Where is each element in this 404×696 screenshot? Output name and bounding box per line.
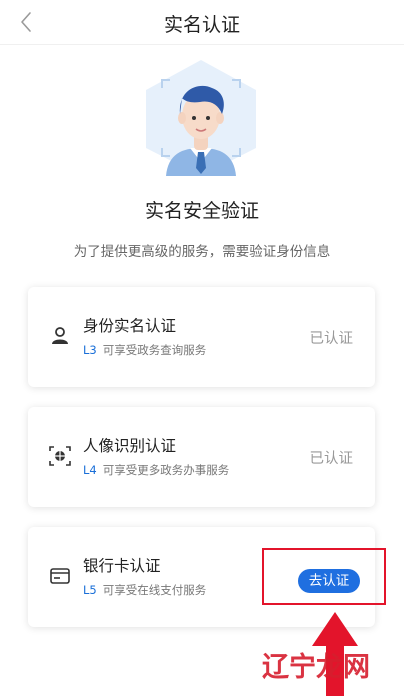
card-description: 可享受更多政务办事服务 xyxy=(102,463,230,477)
svg-text:辽宁龙网: 辽宁龙网 xyxy=(262,651,370,683)
watermark-logo: 辽宁龙网 xyxy=(262,651,370,683)
card-title: 银行卡认证 xyxy=(83,557,161,575)
card-title: 人像识别认证 xyxy=(83,437,177,455)
card-description: 可享受政务查询服务 xyxy=(102,343,207,357)
card-description: 可享受在线支付服务 xyxy=(102,583,207,597)
person-icon xyxy=(52,327,68,344)
verified-status: 已认证 xyxy=(309,451,354,467)
verified-status: 已认证 xyxy=(309,331,354,347)
id-verification-card[interactable]: 身份实名认证 L3 可享受政务查询服务 已认证 xyxy=(28,287,375,387)
card-subtitle: L5 可享受在线支付服务 xyxy=(83,582,206,598)
nav-bar: 实名认证 xyxy=(0,0,404,45)
level-badge: L4 xyxy=(83,463,97,477)
level-badge: L3 xyxy=(83,343,97,357)
level-badge: L5 xyxy=(83,583,97,597)
card-subtitle: L4 可享受更多政务办事服务 xyxy=(83,462,229,478)
avatar-illustration xyxy=(146,60,256,176)
face-scan-icon xyxy=(49,446,71,466)
section-headline: 实名安全验证 xyxy=(144,200,259,222)
bank-card-icon xyxy=(50,568,70,584)
page-title: 实名认证 xyxy=(163,14,240,36)
section-description: 为了提供更高级的服务，需要验证身份信息 xyxy=(73,244,331,260)
face-verification-card[interactable]: 人像识别认证 L4 可享受更多政务办事服务 已认证 xyxy=(28,407,375,507)
card-subtitle: L3 可享受政务查询服务 xyxy=(83,342,206,358)
card-title: 身份实名认证 xyxy=(83,317,177,335)
highlight-box xyxy=(262,548,386,605)
